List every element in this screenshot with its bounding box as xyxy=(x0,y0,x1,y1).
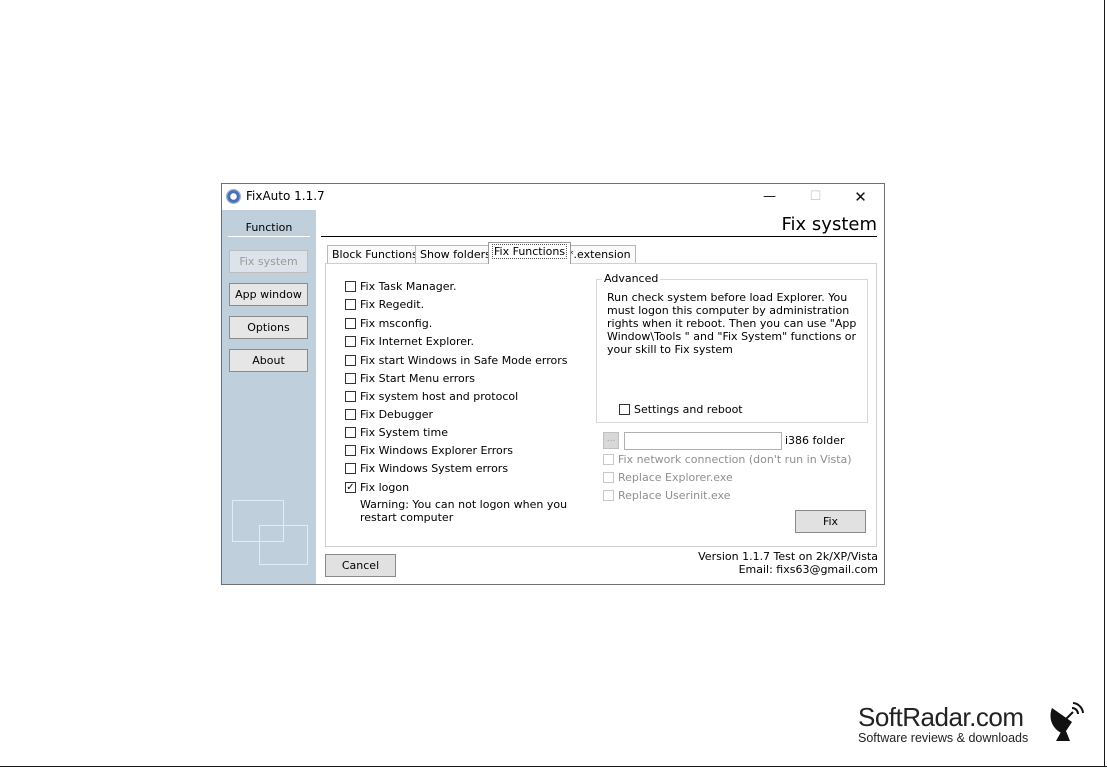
fix-option-row[interactable]: Fix msconfig. xyxy=(345,316,432,332)
fix-option-row[interactable]: Fix Regedit. xyxy=(345,297,424,313)
checkbox[interactable] xyxy=(345,444,356,456)
browse-button[interactable]: ... xyxy=(603,432,619,449)
fix-functions-panel: Fix Task Manager. Fix Regedit. Fix mscon… xyxy=(325,263,877,547)
fix-option-row[interactable]: Fix system host and protocol xyxy=(345,389,518,405)
function-heading: Function xyxy=(245,221,293,234)
tab-block-functions[interactable]: Block Functions xyxy=(327,245,423,263)
satellite-dish-icon xyxy=(1050,702,1084,741)
fix-logon-row[interactable]: ✓ Fix logon xyxy=(345,480,409,496)
settings-reboot-label: Settings and reboot xyxy=(634,403,743,416)
app-window: FixAuto 1.1.7 — ☐ ✕ Function Fix system … xyxy=(221,183,885,585)
fix-option-row[interactable]: Fix start Windows in Safe Mode errors xyxy=(345,353,568,369)
advanced-group: Advanced Run check system before load Ex… xyxy=(596,272,868,423)
checkbox-disabled xyxy=(603,489,614,501)
checkbox-checked[interactable]: ✓ xyxy=(345,481,356,493)
fix-option-label: Fix Debugger xyxy=(360,408,434,421)
tab-label: Show folders xyxy=(420,248,491,261)
replace-explorer-row: Replace Explorer.exe xyxy=(603,470,733,486)
fix-button[interactable]: Fix xyxy=(795,510,866,533)
decorative-window-frame xyxy=(259,525,308,565)
tab-label: Block Functions xyxy=(332,248,418,261)
i386-folder-input[interactable] xyxy=(624,432,782,450)
disabled-option-label: Replace Userinit.exe xyxy=(618,489,731,502)
checkbox[interactable] xyxy=(345,280,356,292)
about-button[interactable]: About xyxy=(229,349,308,372)
function-divider xyxy=(228,236,310,237)
cancel-button[interactable]: Cancel xyxy=(325,554,396,577)
fix-system-button: Fix system xyxy=(229,250,308,273)
fix-network-row: Fix network connection (don't run in Vis… xyxy=(603,452,852,468)
version-text: Version 1.1.7 Test on 2k/XP/Vista xyxy=(698,550,878,563)
disabled-option-label: Replace Explorer.exe xyxy=(618,471,733,484)
page-border-bottom xyxy=(0,766,1107,767)
page-border-right xyxy=(1104,0,1105,767)
options-button[interactable]: Options xyxy=(229,316,308,339)
checkbox[interactable] xyxy=(345,372,356,384)
checkbox[interactable] xyxy=(619,403,630,415)
checkbox[interactable] xyxy=(345,426,356,438)
window-title: FixAuto 1.1.7 xyxy=(246,189,325,203)
close-button[interactable]: ✕ xyxy=(838,184,883,210)
tab-extension[interactable]: *.extension xyxy=(563,245,636,263)
checkbox[interactable] xyxy=(345,335,356,347)
advanced-legend: Advanced xyxy=(602,272,661,285)
fix-option-label: Fix Windows Explorer Errors xyxy=(360,444,514,457)
watermark-tagline: Software reviews & downloads xyxy=(858,731,1029,745)
fix-option-label: Fix Start Menu errors xyxy=(360,372,476,385)
fix-option-label: Fix System time xyxy=(360,426,448,439)
disabled-option-label: Fix network connection (don't run in Vis… xyxy=(618,453,852,466)
fix-option-row[interactable]: Fix Windows System errors xyxy=(345,461,508,477)
fix-option-label: Fix logon xyxy=(360,481,410,494)
logon-warning: Warning: You can not logon when you rest… xyxy=(360,498,568,524)
tab-label: Fix Functions xyxy=(491,244,568,259)
advanced-description: Run check system before load Explorer. Y… xyxy=(607,291,857,356)
checkbox[interactable] xyxy=(345,408,356,420)
app-window-button[interactable]: App window xyxy=(229,283,308,306)
checkbox[interactable] xyxy=(345,298,356,310)
checkbox-disabled xyxy=(603,471,614,483)
checkbox[interactable] xyxy=(345,317,356,329)
i386-folder-label: i386 folder xyxy=(785,434,845,447)
tab-fix-functions[interactable]: Fix Functions xyxy=(488,242,572,264)
minimize-button[interactable]: — xyxy=(747,184,792,210)
page-title: Fix system xyxy=(781,214,878,235)
fix-option-label: Fix Internet Explorer. xyxy=(360,335,475,348)
checkbox[interactable] xyxy=(345,390,356,402)
fix-option-label: Fix Windows System errors xyxy=(360,462,509,475)
fix-option-row[interactable]: Fix System time xyxy=(345,425,448,441)
fix-option-row[interactable]: Fix Internet Explorer. xyxy=(345,334,474,350)
fix-option-row[interactable]: Fix Windows Explorer Errors xyxy=(345,443,513,459)
replace-userinit-row: Replace Userinit.exe xyxy=(603,488,731,504)
tab-label: *.extension xyxy=(568,248,631,261)
settings-reboot-row[interactable]: Settings and reboot xyxy=(619,402,743,418)
app-gear-icon xyxy=(226,189,241,204)
fix-option-row[interactable]: Fix Start Menu errors xyxy=(345,371,475,387)
title-bar[interactable]: FixAuto 1.1.7 — ☐ ✕ xyxy=(222,184,884,210)
watermark-name: SoftRadar.com xyxy=(858,702,1024,732)
fix-option-label: Fix Regedit. xyxy=(360,298,425,311)
fix-option-label: Fix Task Manager. xyxy=(360,280,457,293)
tab-show-folders[interactable]: Show folders xyxy=(415,245,496,263)
email-text: Email: fixs63@gmail.com xyxy=(738,563,878,576)
fix-option-row[interactable]: Fix Debugger xyxy=(345,407,433,423)
function-sidebar: Function Fix system App window Options A… xyxy=(222,210,316,584)
softradar-watermark: SoftRadar.com Software reviews & downloa… xyxy=(858,702,1028,744)
checkbox[interactable] xyxy=(345,354,356,366)
maximize-button[interactable]: ☐ xyxy=(793,184,838,210)
checkbox[interactable] xyxy=(345,462,356,474)
fix-option-label: Fix msconfig. xyxy=(360,317,433,330)
header-divider xyxy=(321,236,877,237)
fix-option-label: Fix start Windows in Safe Mode errors xyxy=(360,354,568,367)
fix-option-label: Fix system host and protocol xyxy=(360,390,519,403)
fix-option-row[interactable]: Fix Task Manager. xyxy=(345,279,457,295)
checkbox-disabled xyxy=(603,453,614,465)
version-info: Version 1.1.7 Test on 2k/XP/Vista Email:… xyxy=(642,550,878,576)
